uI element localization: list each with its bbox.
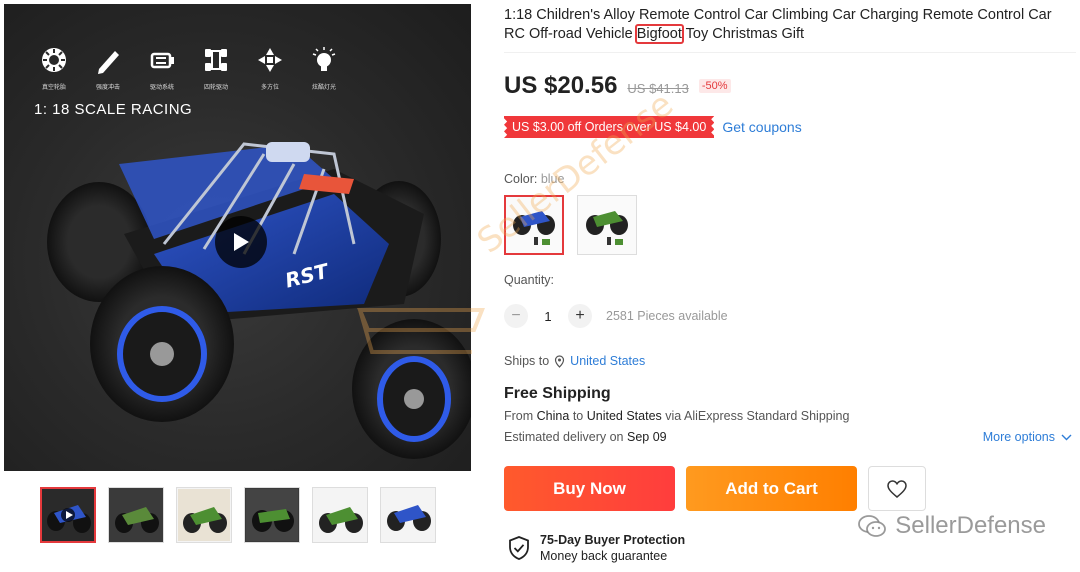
watermark-corner: SellerDefense — [857, 512, 1046, 540]
thumbnail-image — [42, 489, 94, 541]
color-label-text: Color: — [504, 172, 538, 186]
purchase-actions: Buy Now Add to Cart — [504, 466, 926, 511]
thumbnail-image — [382, 489, 434, 541]
buyer-protection-text: 75-Day Buyer Protection Money back guara… — [540, 533, 685, 563]
title-highlight-bigfoot: Bigfoot — [634, 24, 684, 44]
quantity-stepper: − 1 + 2581 Pieces available — [504, 304, 728, 328]
quantity-decrease-button[interactable]: − — [504, 304, 528, 328]
thumbnail-4[interactable] — [244, 487, 300, 543]
stock-available: 2581 Pieces available — [606, 309, 728, 323]
selected-color-value: blue — [540, 172, 565, 186]
thumbnail-3[interactable] — [176, 487, 232, 543]
product-title: 1:18 Children's Alloy Remote Control Car… — [504, 6, 1076, 44]
main-product-video[interactable]: 真空轮胎 强度冲击 驱动系统 四轮驱动 多方位 炫酷灯光 1: 18 SCALE… — [4, 4, 471, 471]
more-shipping-options-link[interactable]: More options — [983, 430, 1072, 444]
discount-badge: -50% — [698, 79, 731, 93]
thumbnail-image — [110, 489, 162, 541]
original-price: US $41.13 — [627, 81, 689, 96]
thumbnail-image — [246, 489, 298, 541]
thumbnail-5[interactable] — [312, 487, 368, 543]
heart-icon — [887, 479, 907, 498]
thumbnail-6[interactable] — [380, 487, 436, 543]
video-play-button[interactable] — [215, 216, 267, 268]
current-price: US $20.56 — [504, 72, 618, 99]
quantity-increase-button[interactable]: + — [568, 304, 592, 328]
ships-to-label: Ships to — [504, 354, 550, 368]
wechat-icon — [858, 515, 887, 537]
buy-now-button[interactable]: Buy Now — [504, 466, 675, 511]
color-swatch-green[interactable] — [577, 195, 637, 255]
thumbnail-1-video[interactable] — [40, 487, 96, 543]
location-pin-icon — [555, 354, 565, 368]
origin-country: China — [536, 409, 570, 423]
ships-to-country-link[interactable]: United States — [570, 354, 645, 368]
coupon-row: US $3.00 off Orders over US $4.00 Get co… — [504, 116, 802, 138]
chevron-down-icon — [1061, 434, 1072, 440]
shipping-route: From China to United States via AliExpre… — [504, 409, 849, 423]
swatch-image — [513, 211, 555, 245]
get-coupons-link[interactable]: Get coupons — [722, 119, 801, 135]
add-to-cart-button[interactable]: Add to Cart — [686, 466, 857, 511]
eta-label: Estimated delivery on — [504, 430, 624, 444]
swatch-image — [586, 211, 628, 245]
thumbnail-image — [178, 489, 230, 541]
color-swatch-blue[interactable] — [504, 195, 564, 255]
shield-check-icon — [509, 536, 529, 560]
wishlist-button[interactable] — [868, 466, 926, 511]
shipping-method: via AliExpress Standard Shipping — [665, 409, 850, 423]
thumbnail-image — [314, 489, 366, 541]
ships-to-row: Ships to United States — [504, 354, 645, 368]
eta-date: Sep 09 — [627, 430, 667, 444]
destination-country: United States — [586, 409, 662, 423]
thumbnail-2[interactable] — [108, 487, 164, 543]
play-icon — [234, 233, 249, 251]
color-label: Color: blue — [504, 172, 564, 186]
to-label: to — [572, 409, 584, 423]
watermark-corner-text: SellerDefense — [895, 512, 1046, 539]
protection-subtitle: Money back guarantee — [540, 549, 668, 563]
buyer-protection: 75-Day Buyer Protection Money back guara… — [508, 533, 685, 563]
quantity-label: Quantity: — [504, 273, 555, 287]
more-options-label: More options — [982, 430, 1055, 444]
from-label: From — [504, 409, 534, 423]
quantity-value[interactable]: 1 — [538, 309, 558, 324]
product-title-part: Toy Christmas Gift — [681, 26, 805, 42]
price-row: US $20.56 US $41.13 -50% — [504, 72, 731, 100]
thumbnail-strip — [40, 487, 436, 543]
estimated-delivery: Estimated delivery on Sep 09 — [504, 430, 667, 444]
coupon-badge[interactable]: US $3.00 off Orders over US $4.00 — [504, 116, 715, 138]
color-swatches — [504, 195, 637, 255]
protection-title: 75-Day Buyer Protection — [540, 533, 686, 547]
divider — [504, 52, 1076, 53]
free-shipping-title: Free Shipping — [504, 385, 611, 402]
